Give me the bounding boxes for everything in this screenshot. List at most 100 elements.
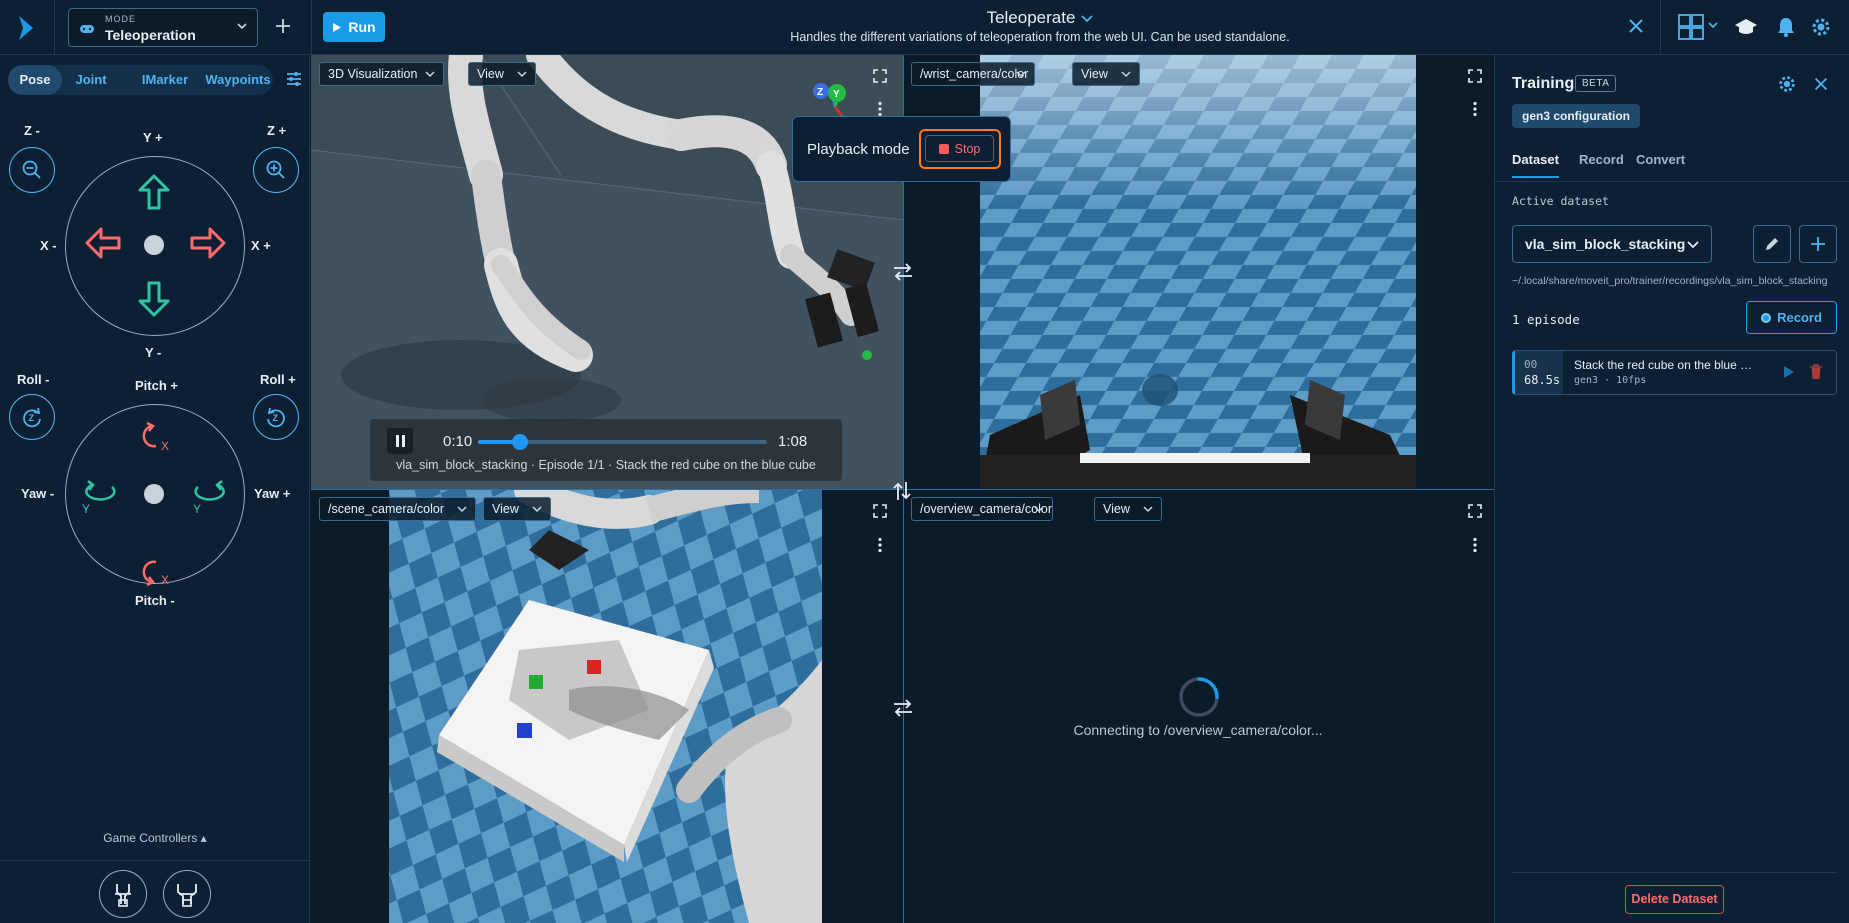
translation-center-dot [144,235,164,255]
delete-dataset-button[interactable]: Delete Dataset [1625,885,1724,914]
chevron-down-icon[interactable] [1708,22,1718,29]
viewport-source-select[interactable]: /wrist_camera/color [911,62,1035,86]
roll-minus-button[interactable]: Z [9,394,55,440]
view-value: View [1103,502,1130,516]
game-controllers-toggle[interactable]: Game Controllers ▴ [0,831,310,845]
rotation-center-dot [144,484,164,504]
pitch-plus-icon[interactable]: X [138,420,174,456]
viewport-source-value: 3D Visualization [328,67,418,81]
more-vertical-icon[interactable] [877,101,883,117]
fullscreen-icon[interactable] [1468,69,1482,83]
chevron-down-icon [237,23,247,30]
episode-caption: vla_sim_block_stacking · Episode 1/1 · S… [396,458,816,472]
arrow-up-icon[interactable] [137,173,171,211]
total-time: 1:08 [778,433,808,450]
tune-settings-icon[interactable] [286,71,302,87]
app-logo[interactable] [0,0,55,55]
view-select[interactable]: View [1094,497,1162,521]
yaw-minus-icon[interactable]: Y [80,479,120,515]
episode-row[interactable]: 00 68.5s Stack the red cube on the blue … [1512,350,1837,395]
swap-horizontal-icon[interactable] [892,263,914,281]
pitch-minus-label: Pitch - [135,593,175,608]
bell-icon[interactable] [1776,16,1796,38]
view-select[interactable]: View [468,62,536,86]
layout-grid-icon[interactable] [1678,14,1704,40]
tab-convert[interactable]: Convert [1636,152,1685,178]
yaw-plus-icon[interactable]: Y [190,479,230,515]
gear-icon[interactable] [1777,74,1797,94]
arrow-right-icon[interactable] [189,226,227,260]
chevron-down-icon [517,71,527,78]
pause-button[interactable] [387,428,413,454]
chevron-down-icon [1143,506,1153,513]
more-vertical-icon[interactable] [1472,537,1478,553]
episode-count: 1 episode [1512,312,1580,327]
chevron-down-icon [1034,506,1044,513]
viewport-scene-camera[interactable]: /scene_camera/color View [311,490,903,923]
add-mode-button[interactable] [272,15,294,37]
zoom-in-icon [266,160,285,179]
stop-button-highlight: Stop [919,129,1001,169]
record-button[interactable]: Record [1746,301,1837,334]
viewport-source-value: /wrist_camera/color [920,67,1029,81]
roll-plus-button[interactable]: Z [253,394,299,440]
view-value: View [477,67,504,81]
loading-spinner-icon [1179,677,1219,717]
x-plus-label: X + [251,238,271,253]
fullscreen-icon[interactable] [1468,504,1482,518]
gamepad-icon [80,25,94,33]
tab-waypoints[interactable]: Waypoints [204,65,272,95]
z-axis-text: Z [29,413,35,423]
roll-minus-label: Roll - [17,372,50,387]
trash-icon[interactable] [1809,364,1823,380]
tab-record[interactable]: Record [1579,152,1624,178]
x-axis-text: X [161,573,169,587]
view-select[interactable]: View [1072,62,1140,86]
gear-icon[interactable] [1810,16,1832,38]
zoom-in-button[interactable] [253,147,299,193]
arrow-down-icon[interactable] [137,280,171,318]
stop-button[interactable]: Stop [925,135,994,162]
roll-plus-label: Roll + [260,372,296,387]
page-subtitle: Handles the different variations of tele… [790,30,1290,44]
mode-select[interactable]: MODE Teleoperation [68,8,258,47]
z-plus-label: Z + [267,123,287,138]
pitch-minus-icon[interactable]: X [138,552,174,588]
viewport-source-select[interactable]: 3D Visualization [319,62,444,86]
playback-slider[interactable] [478,434,767,450]
more-vertical-icon[interactable] [1472,101,1478,117]
dataset-select[interactable]: vla_sim_block_stacking [1512,225,1712,263]
fullscreen-icon[interactable] [873,504,887,518]
record-icon [1761,312,1772,323]
tab-joint[interactable]: Joint [66,65,116,95]
graduation-cap-icon[interactable] [1734,16,1758,38]
viewport-source-select[interactable]: /overview_camera/color [911,497,1053,521]
run-label: Run [348,19,376,35]
add-dataset-button[interactable] [1799,225,1837,263]
viewport-source-select[interactable]: /scene_camera/color [319,497,476,521]
edit-dataset-button[interactable] [1753,225,1791,263]
chevron-down-icon [1081,14,1094,22]
yaw-minus-label: Yaw - [21,486,55,501]
view-select[interactable]: View [483,497,551,521]
tab-imarker[interactable]: IMarker [134,65,196,95]
zoom-out-button[interactable] [9,147,55,193]
more-vertical-icon[interactable] [877,537,883,553]
arrow-left-icon[interactable] [84,226,122,260]
play-icon[interactable] [1783,365,1795,379]
tab-pose[interactable]: Pose [8,65,62,95]
close-icon[interactable] [1812,75,1830,93]
gripper-open-button[interactable] [163,870,211,918]
close-icon[interactable] [1626,16,1646,36]
page-title[interactable]: Teleoperate [780,8,1300,28]
run-button[interactable]: Run [323,12,385,42]
episode-player: 0:10 1:08 vla_sim_block_stacking · Episo… [370,419,842,481]
playback-slider-thumb[interactable] [512,434,529,450]
swap-vertical-icon[interactable] [893,480,911,502]
connecting-status: Connecting to /overview_camera/color... [1073,722,1323,738]
gripper-close-button[interactable] [99,870,147,918]
fullscreen-icon[interactable] [873,69,887,83]
tab-dataset[interactable]: Dataset [1512,152,1559,178]
viewport-source-value: /overview_camera/color [920,502,1052,516]
swap-horizontal-icon[interactable] [892,699,914,717]
